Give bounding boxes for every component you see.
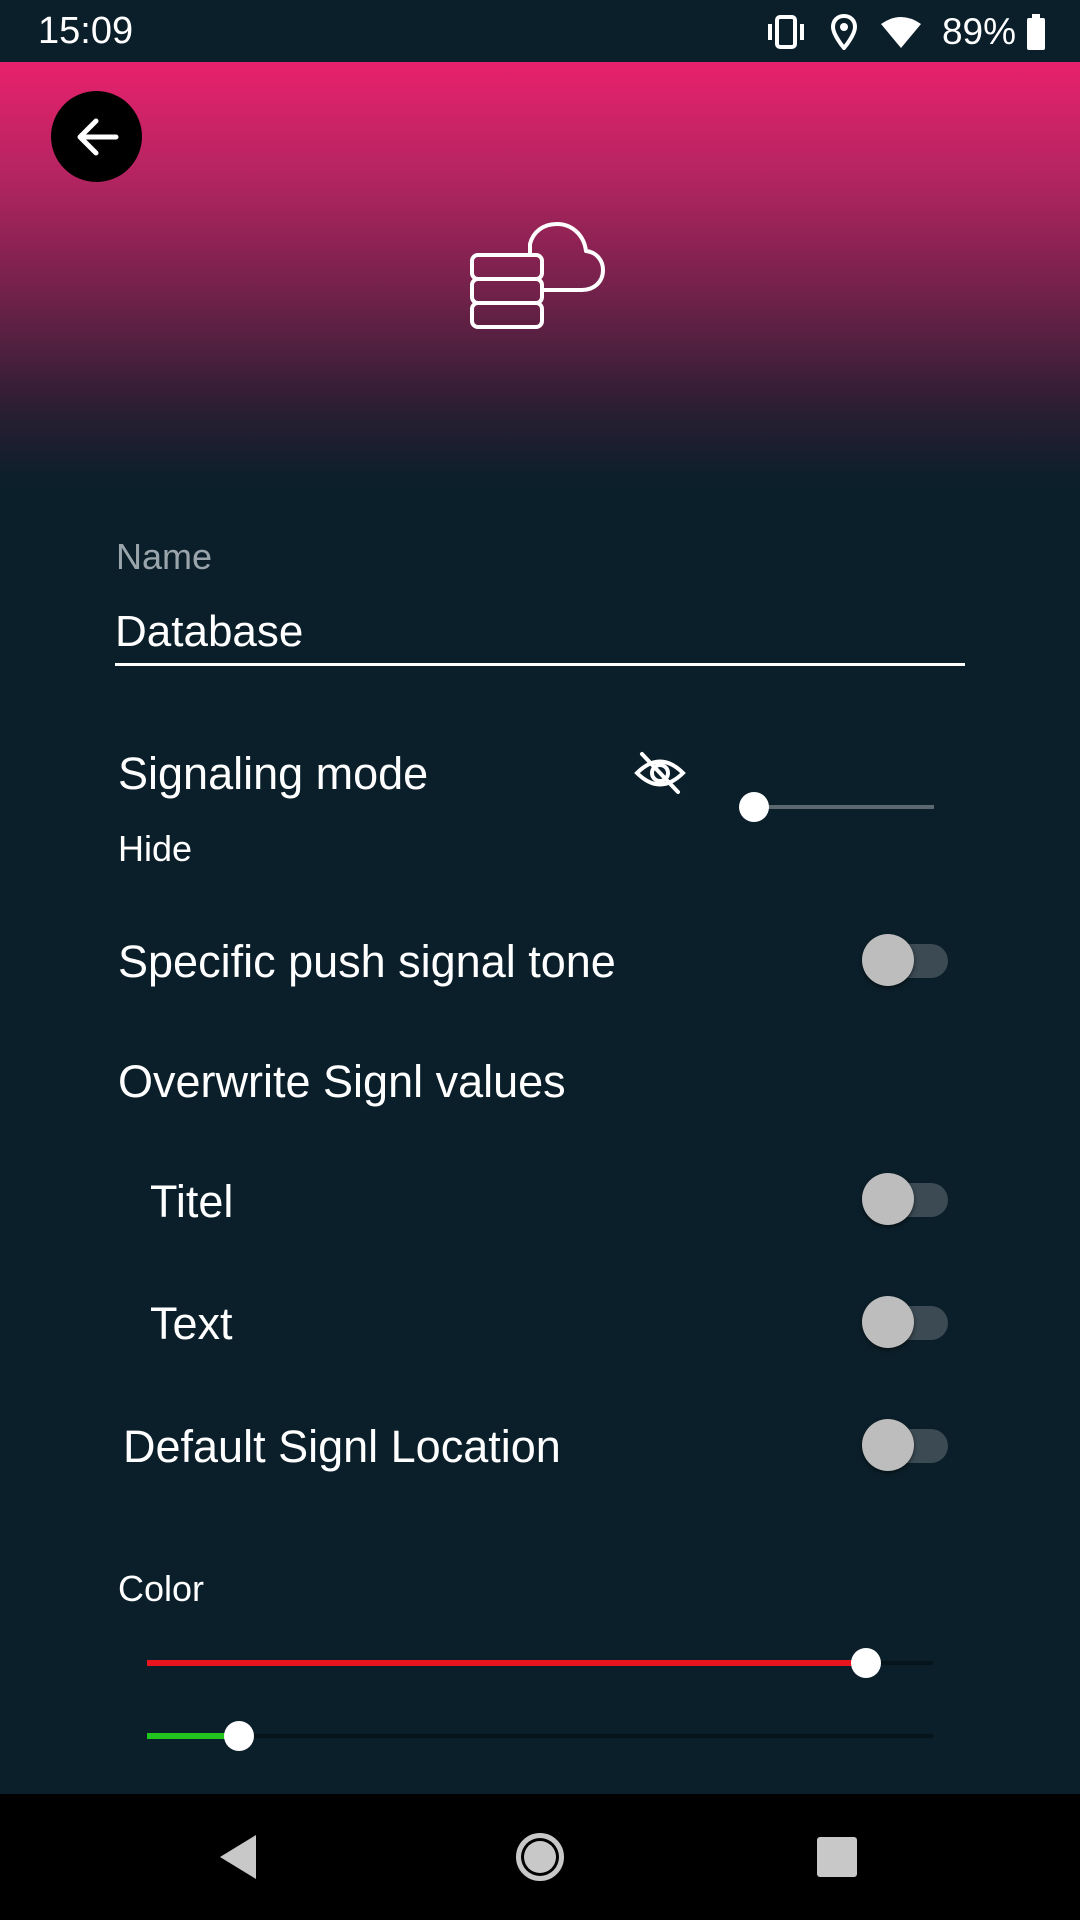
name-label: Name <box>116 536 213 577</box>
eye-off-icon <box>634 752 686 794</box>
text-toggle[interactable] <box>862 1296 948 1348</box>
location-icon <box>830 14 857 50</box>
toggle-thumb <box>862 1296 914 1348</box>
overwrite-section-label: Overwrite Signl values <box>118 1056 566 1107</box>
name-field[interactable] <box>115 600 965 666</box>
arrow-left-icon <box>77 118 118 155</box>
status-icons: 89% <box>742 12 1046 52</box>
color-label: Color <box>118 1568 205 1609</box>
nav-home-button[interactable] <box>507 1824 573 1890</box>
red-color-slider[interactable] <box>147 1648 933 1678</box>
specific-push-tone-label: Specific push signal tone <box>118 936 616 987</box>
battery-percent: 89% <box>941 11 1016 52</box>
navigation-bar <box>0 1794 1080 1920</box>
screen: 15:09 89% Name Database Signaling mode H… <box>0 0 1080 1920</box>
text-label: Text <box>150 1298 233 1349</box>
slider-track <box>754 805 934 809</box>
slider-track <box>147 1734 933 1738</box>
nav-recents-button[interactable] <box>804 1824 870 1890</box>
slider-thumb[interactable] <box>223 1721 254 1751</box>
signaling-mode-value: Hide <box>118 828 193 869</box>
default-location-toggle[interactable] <box>862 1419 948 1471</box>
signaling-mode-slider[interactable] <box>739 792 934 822</box>
toggle-thumb <box>862 1173 914 1225</box>
toggle-thumb <box>862 934 914 986</box>
battery-icon <box>1027 14 1045 50</box>
database-cloud-icon <box>470 222 605 329</box>
default-location-label: Default Signl Location <box>123 1421 561 1472</box>
slider-fill <box>147 1660 867 1666</box>
back-triangle-icon <box>220 1835 256 1879</box>
home-circle-icon <box>516 1833 564 1881</box>
green-color-slider[interactable] <box>147 1721 933 1751</box>
wifi-icon <box>880 17 921 48</box>
status-time: 15:09 <box>38 10 134 52</box>
recents-square-icon <box>817 1837 857 1877</box>
titel-label: Titel <box>150 1176 234 1227</box>
toggle-thumb <box>862 1419 914 1471</box>
signaling-mode-label: Signaling mode <box>118 748 429 799</box>
slider-thumb[interactable] <box>851 1648 882 1678</box>
back-button[interactable] <box>51 91 142 182</box>
slider-thumb[interactable] <box>739 792 769 822</box>
specific-push-tone-toggle[interactable] <box>862 934 948 986</box>
vibrate-icon <box>767 15 804 49</box>
status-bar: 15:09 89% <box>0 0 1080 62</box>
titel-toggle[interactable] <box>862 1173 948 1225</box>
nav-back-button[interactable] <box>205 1824 271 1890</box>
